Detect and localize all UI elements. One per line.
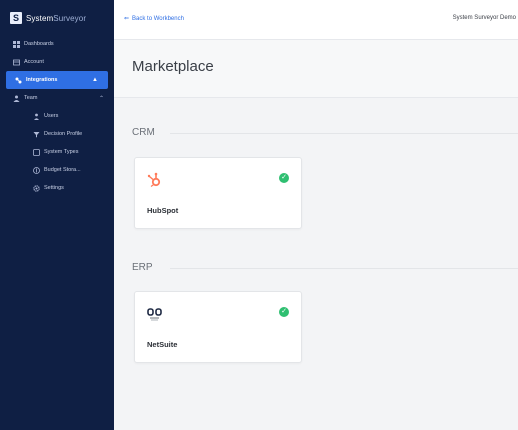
settings-icon: [32, 184, 40, 192]
integration-card-netsuite[interactable]: NetSuite ✓: [134, 291, 302, 363]
sidebar-item-system-types[interactable]: System Types: [0, 143, 114, 161]
connected-check-icon: ✓: [279, 307, 289, 317]
pointer-icon: ▲: [92, 77, 98, 83]
decision-icon: [32, 130, 40, 138]
brand[interactable]: S SystemSurveyor: [10, 10, 86, 26]
sidebar-item-label: Account: [24, 59, 44, 65]
sidebar-item-label: System Types: [44, 149, 79, 155]
sidebar-item-label: Team: [24, 95, 38, 101]
sidebar: S SystemSurveyor Dashboards Account Inte…: [0, 0, 114, 430]
sidebar-item-label: Budget Stora...: [44, 167, 81, 173]
system-types-icon: [32, 148, 40, 156]
sidebar-item-label: Decision Profile: [44, 131, 83, 137]
sidebar-item-label: Integrations: [26, 77, 58, 83]
sidebar-item-users[interactable]: Users: [0, 107, 114, 125]
back-link-label: Back to Workbench: [132, 15, 184, 22]
sidebar-item-integrations[interactable]: Integrations ▲: [6, 71, 108, 89]
netsuite-logo-icon: [147, 306, 165, 327]
sidebar-item-decision-profile[interactable]: Decision Profile: [0, 125, 114, 143]
integration-name: HubSpot: [147, 206, 179, 215]
brand-name-light: Surveyor: [53, 13, 87, 23]
sidebar-item-budget-storage[interactable]: Budget Stora...: [0, 161, 114, 179]
arrow-left-icon: ⇐: [124, 16, 130, 22]
team-icon: [12, 94, 20, 102]
sidebar-item-label: Dashboards: [24, 41, 54, 47]
brand-logo-icon: S: [10, 12, 22, 24]
brand-name-bold: System: [26, 13, 54, 23]
sidebar-item-label: Users: [44, 113, 59, 119]
budget-icon: [32, 166, 40, 174]
section-title-crm: CRM: [132, 127, 155, 138]
dashboard-icon: [12, 40, 20, 48]
users-icon: [32, 112, 40, 120]
connected-check-icon: ✓: [279, 173, 289, 183]
chevron-up-icon[interactable]: ⌃: [99, 95, 104, 102]
sidebar-item-settings[interactable]: Settings: [0, 179, 114, 197]
integrations-icon: [14, 76, 22, 84]
section-divider: [170, 133, 518, 134]
section-divider: [170, 268, 518, 269]
top-bar: ⇐ Back to Workbench System Surveyor Demo: [114, 0, 518, 40]
sidebar-nav: Dashboards Account Integrations ▲ Team ⌃: [0, 35, 114, 197]
page-header: Marketplace: [114, 40, 518, 98]
back-to-workbench-link[interactable]: ⇐ Back to Workbench: [124, 15, 184, 23]
sidebar-item-account[interactable]: Account: [0, 53, 114, 71]
sidebar-item-dashboards[interactable]: Dashboards: [0, 35, 114, 53]
organization-selector[interactable]: System Surveyor Demo: [453, 15, 516, 21]
sidebar-item-team[interactable]: Team ⌃: [0, 89, 114, 107]
account-icon: [12, 58, 20, 66]
integration-name: NetSuite: [147, 340, 178, 349]
brand-name: SystemSurveyor: [26, 14, 86, 23]
integration-card-hubspot[interactable]: HubSpot ✓: [134, 157, 302, 229]
section-title-erp: ERP: [132, 262, 153, 273]
hubspot-logo-icon: [147, 172, 163, 193]
sidebar-item-label: Settings: [44, 185, 64, 191]
page-title: Marketplace: [132, 58, 214, 75]
